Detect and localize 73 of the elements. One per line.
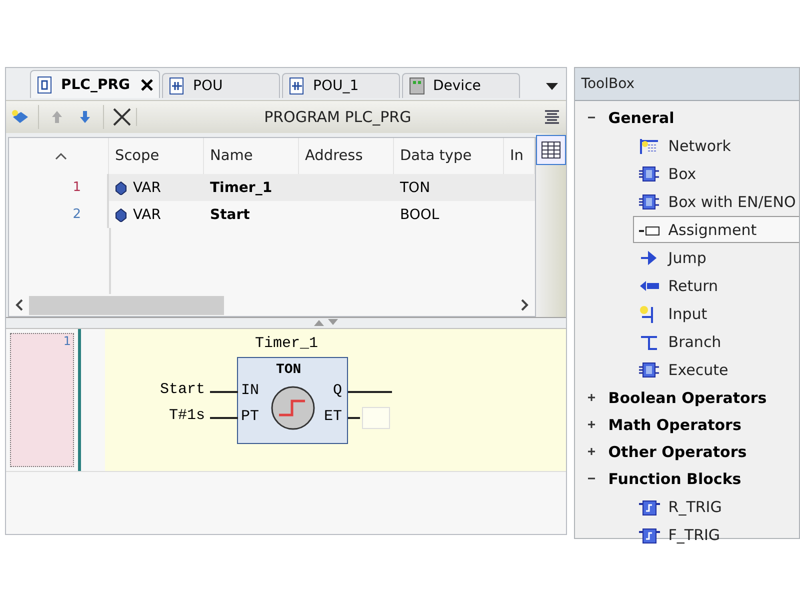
text-lines-icon [543,108,562,126]
toolbox-item[interactable]: Input [633,300,799,327]
toolbox-item[interactable]: R_TRIG [633,493,799,520]
output-field[interactable] [362,407,390,429]
table-row[interactable]: 1 VAR Timer_1 TON [9,174,536,201]
line-number: 1 [72,180,81,195]
scrollbar-thumb[interactable] [29,296,224,314]
table-cell: VAR [133,206,161,222]
scroll-left-icon[interactable] [15,299,23,311]
pou-icon [289,77,305,95]
clock-icon [269,384,317,432]
device-icon [409,77,425,95]
table-cell: TON [400,180,430,196]
editor-tab[interactable]: PLC_PRG [30,70,160,98]
toolbox-item[interactable]: Jump [633,244,799,271]
table-cell: VAR [133,180,161,196]
function-block-icon [638,498,660,516]
table-cell: BOOL [400,206,440,222]
toolbox-group[interactable]: Math Operators [575,411,799,438]
instance-name: Timer_1 [255,335,318,352]
pin-label: Q [332,382,342,399]
program-title: PROGRAM PLC_PRG [136,108,538,126]
toolbox-group[interactable]: Function Blocks [575,465,799,492]
table-icon [541,141,562,159]
block-type: TON [276,362,302,378]
add-variable-icon [10,108,30,126]
variable-icon [115,208,127,222]
box-icon [638,164,660,182]
toolbox-title: ToolBox [575,68,799,101]
table-view-button[interactable] [536,135,566,165]
pin-label: IN [241,382,260,399]
editor-tab[interactable]: POU [162,73,280,98]
sort-caret-icon [55,152,67,160]
toolbox-item[interactable]: Network [633,132,799,159]
editor-tab[interactable]: POU_1 [282,73,400,98]
program-icon [37,76,53,94]
network-icon [638,136,660,154]
delete-icon [112,107,132,127]
pin-label: ET [324,408,342,425]
up-arrow-icon [51,110,63,124]
expand-icon[interactable] [587,420,596,429]
input-variable[interactable]: T#1s [105,407,205,424]
close-icon[interactable] [141,78,153,90]
expand-icon[interactable] [587,447,596,456]
editor-tab[interactable]: Device [402,73,520,98]
toolbox-group[interactable]: General [575,104,799,131]
box-icon [638,360,660,378]
table-cell: Timer_1 [210,180,272,196]
down-arrow-icon [79,110,91,124]
splitter-handle-icon[interactable] [312,318,340,326]
expand-icon[interactable] [587,393,596,402]
toolbox-item[interactable]: Assignment [633,216,799,243]
pin-label: PT [241,408,260,425]
pou-icon [169,77,185,95]
toolbox-item[interactable]: F_TRIG [633,521,799,548]
toolbox-item[interactable]: Execute [633,356,799,383]
scroll-right-icon[interactable] [521,299,530,311]
function-block-icon [638,526,660,544]
toolbox-group[interactable]: Boolean Operators [575,384,799,411]
toolbox-item[interactable]: Branch [633,328,799,355]
variable-icon [115,180,127,194]
table-row[interactable]: 2 VAR Start BOOL [9,201,536,228]
dropdown-icon[interactable] [546,83,558,90]
network-number: 1 [10,333,74,467]
function-block[interactable]: TON IN PT Q ET [237,357,348,444]
table-cell: Start [210,206,250,222]
toolbox-item[interactable]: Box with EN/ENO [633,188,799,215]
line-number: 2 [72,207,81,222]
toolbox-item[interactable]: Return [633,272,799,299]
toolbox-item[interactable]: Box [633,160,799,187]
input-variable[interactable]: Start [105,381,205,398]
toolbox-group[interactable]: Other Operators [575,438,799,465]
box-icon [638,192,660,210]
